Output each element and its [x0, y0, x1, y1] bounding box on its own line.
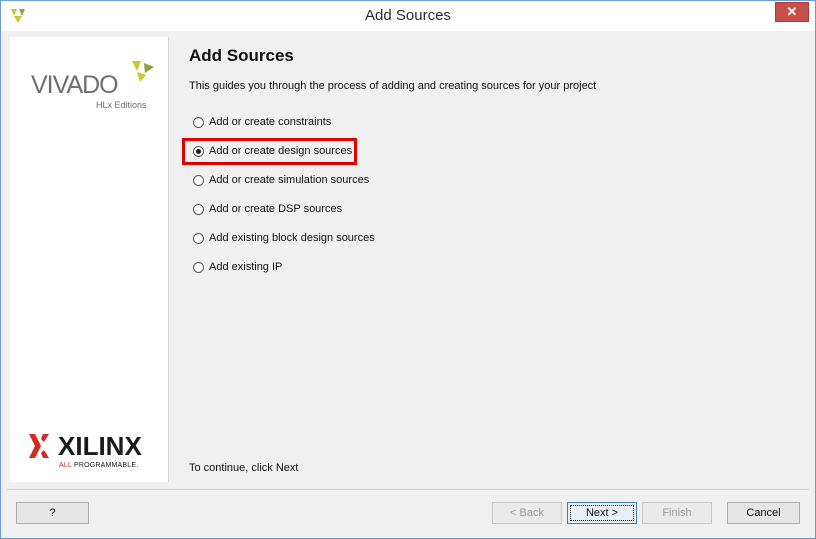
option-add-constraints[interactable]: Add or create constraints — [193, 113, 331, 131]
option-label: Add or create constraints — [209, 116, 332, 128]
radio-button[interactable] — [193, 203, 204, 215]
footer-divider — [7, 489, 809, 490]
close-button[interactable]: ✕ — [775, 2, 809, 22]
vivado-logo-icon — [132, 61, 154, 82]
radio-button[interactable] — [193, 145, 204, 157]
continue-hint: To continue, click Next — [189, 462, 299, 474]
next-button-label: Next > — [570, 505, 634, 521]
next-button[interactable]: Next > — [567, 502, 637, 524]
page-heading: Add Sources — [189, 46, 294, 65]
window-title: Add Sources — [365, 7, 451, 24]
option-add-existing-ip[interactable]: Add existing IP — [193, 258, 282, 276]
finish-button[interactable]: Finish — [642, 502, 712, 524]
xilinx-tagline: ALL PROGRAMMABLE. — [59, 462, 138, 469]
vivado-logo-text: VIVADO — [31, 71, 119, 99]
wizard-content: Add Sources This guides you through the … — [169, 37, 808, 482]
add-sources-dialog: Add Sources ✕ VIVADO HLx Editions XILINX… — [0, 0, 816, 539]
xilinx-logo-text: XILINX — [58, 431, 142, 461]
xilinx-logo-icon — [29, 434, 49, 458]
option-label: Add or create design sources — [209, 145, 353, 157]
radio-button[interactable] — [193, 116, 204, 128]
option-label: Add or create simulation sources — [209, 174, 370, 186]
radio-button[interactable] — [193, 174, 204, 186]
page-description: This guides you through the process of a… — [189, 80, 597, 92]
option-label: Add existing block design sources — [209, 232, 375, 244]
back-button[interactable]: < Back — [492, 502, 562, 524]
option-add-block-design-sources[interactable]: Add existing block design sources — [193, 229, 375, 247]
option-add-simulation-sources[interactable]: Add or create simulation sources — [193, 171, 369, 189]
sidebar-branding: VIVADO HLx Editions XILINX ALL PROGRAMMA… — [10, 37, 169, 482]
option-label: Add or create DSP sources — [209, 203, 343, 215]
vivado-edition-label: HLx Editions — [96, 100, 147, 110]
title-bar: Add Sources ✕ — [1, 1, 815, 31]
help-button[interactable]: ? — [16, 502, 89, 524]
option-label: Add existing IP — [209, 261, 283, 273]
radio-button[interactable] — [193, 261, 204, 273]
option-add-design-sources[interactable]: Add or create design sources — [193, 142, 352, 160]
xilinx-tagline-prefix: ALL — [59, 462, 72, 469]
option-add-dsp-sources[interactable]: Add or create DSP sources — [193, 200, 342, 218]
cancel-button[interactable]: Cancel — [727, 502, 800, 524]
radio-button[interactable] — [193, 232, 204, 244]
xilinx-tagline-suffix: PROGRAMMABLE. — [73, 462, 139, 469]
